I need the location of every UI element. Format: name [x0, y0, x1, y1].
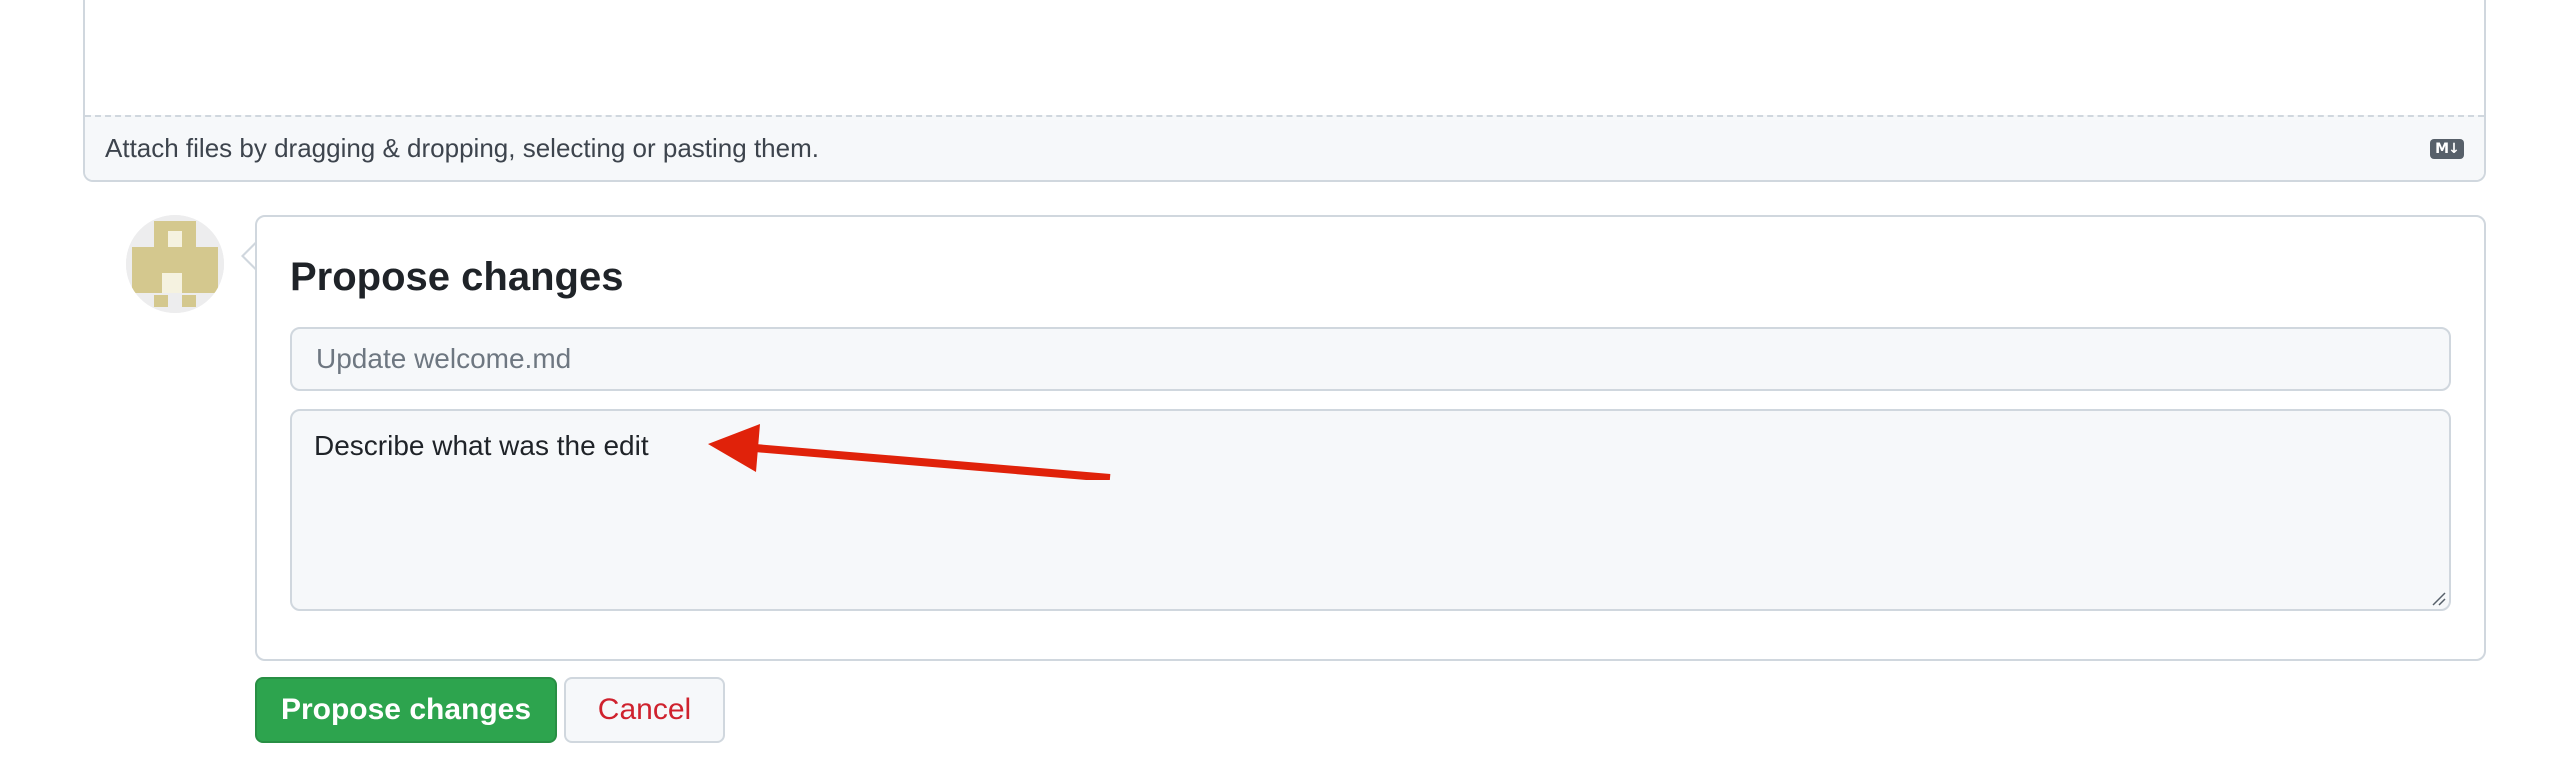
- resize-handle-icon[interactable]: [2430, 590, 2446, 606]
- file-attachment-bar[interactable]: Attach files by dragging & dropping, sel…: [85, 115, 2484, 180]
- propose-changes-button[interactable]: Propose changes: [255, 677, 557, 743]
- commit-summary-input[interactable]: [290, 327, 2451, 391]
- cancel-button[interactable]: Cancel: [564, 677, 725, 743]
- propose-changes-card: Propose changes: [255, 215, 2486, 661]
- attach-files-hint: Attach files by dragging & dropping, sel…: [105, 133, 819, 163]
- card-title: Propose changes: [290, 255, 624, 299]
- comment-editor: Attach files by dragging & dropping, sel…: [83, 0, 2486, 182]
- red-arrow-icon: [708, 424, 1111, 480]
- editor-text-area[interactable]: [85, 0, 2484, 117]
- markdown-icon[interactable]: M↓: [2430, 139, 2464, 159]
- avatar[interactable]: [126, 215, 224, 313]
- identicon-avatar-icon: [126, 215, 224, 313]
- commit-description-textarea[interactable]: [290, 409, 2451, 611]
